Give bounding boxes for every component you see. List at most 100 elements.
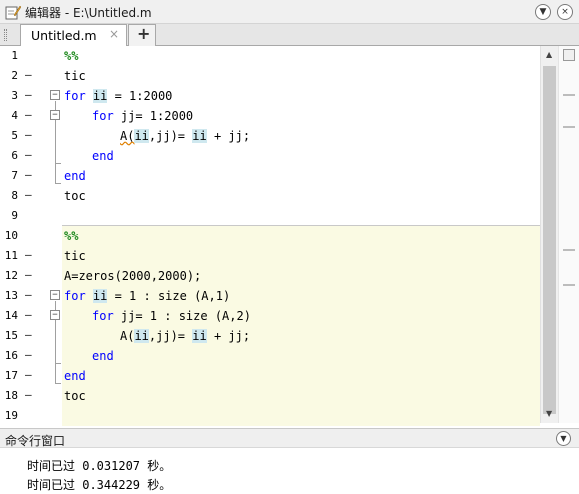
line-number: 4 (11, 109, 18, 122)
breakpoint-marker[interactable]: – (25, 168, 37, 181)
code-text: %% (64, 229, 79, 243)
fold-toggle-icon[interactable]: − (50, 290, 60, 300)
window-title: 编辑器 - E:\Untitled.m (25, 6, 152, 20)
line-number: 7 (11, 169, 18, 182)
breakpoint-marker[interactable]: – (25, 128, 37, 141)
tab-untitled[interactable]: Untitled.m × (20, 24, 127, 46)
code-line[interactable]: 15 – A(ii,jj)= ii + jj; (0, 326, 540, 346)
line-number: 12 (4, 269, 18, 282)
fold-toggle-icon[interactable]: − (50, 110, 60, 120)
code-line[interactable]: 13 – − for ii = 1 : size (A,1) (0, 286, 540, 306)
command-window[interactable]: 时间已过 0.031207 秒。 时间已过 0.344229 秒。 (0, 448, 579, 494)
fold-toggle-icon[interactable]: − (50, 90, 60, 100)
line-number: 18 (4, 389, 18, 402)
code-line[interactable]: 3 – − for ii = 1:2000 (0, 86, 540, 106)
line-number: 11 (4, 249, 18, 262)
code-line[interactable]: 1 %% (0, 46, 540, 66)
editor-title-bar: 编辑器 - E:\Untitled.m ▼ × (0, 0, 579, 24)
code-line[interactable]: 2 – tic (0, 66, 540, 86)
line-number: 6 (11, 149, 18, 162)
tab-close-icon[interactable]: × (109, 27, 119, 41)
code-line[interactable]: 12 – A=zeros(2000,2000); (0, 266, 540, 286)
line-number: 2 (11, 69, 18, 82)
code-line[interactable]: 4 – − for jj= 1:2000 (0, 106, 540, 126)
code-line[interactable]: 19 (0, 406, 540, 426)
breakpoint-marker[interactable]: – (25, 188, 37, 201)
code-text: end (92, 149, 114, 163)
code-text: end (64, 369, 86, 383)
title-menu-button[interactable]: ▼ (535, 4, 551, 20)
breakpoint-marker[interactable]: – (25, 248, 37, 261)
line-number: 9 (11, 209, 18, 222)
code-text: for ii = 1 : size (A,1) (64, 289, 231, 303)
breakpoint-marker[interactable]: – (25, 108, 37, 121)
tab-grip-icon[interactable] (4, 29, 7, 41)
scroll-thumb[interactable] (543, 66, 556, 414)
code-line[interactable]: 17 – end (0, 366, 540, 386)
breakpoint-marker[interactable]: – (25, 328, 37, 341)
breakpoint-marker[interactable]: – (25, 68, 37, 81)
code-text: for jj= 1:2000 (92, 109, 194, 123)
line-number: 8 (11, 189, 18, 202)
analyzer-status-icon[interactable] (563, 49, 575, 61)
scroll-down-icon[interactable]: ▼ (546, 409, 552, 418)
breakpoint-marker[interactable]: – (25, 88, 37, 101)
line-number: 10 (4, 229, 18, 242)
code-analyzer-bar (558, 46, 579, 423)
code-line[interactable]: 16 – end (0, 346, 540, 366)
command-output-line: 时间已过 0.344229 秒。 (27, 478, 172, 492)
analyzer-marker[interactable] (563, 249, 575, 251)
line-number: 15 (4, 329, 18, 342)
breakpoint-marker[interactable]: – (25, 348, 37, 361)
code-text: for jj= 1 : size (A,2) (92, 309, 251, 323)
code-line[interactable]: 10 %% (0, 226, 540, 246)
code-text: A(ii,jj)= ii + jj; (120, 129, 251, 143)
command-window-title-bar: 命令行窗口 ▼ (0, 428, 579, 448)
code-line[interactable]: 5 – A(ii,jj)= ii + jj; (0, 126, 540, 146)
title-close-button[interactable]: × (557, 4, 573, 20)
scroll-up-icon[interactable]: ▲ (546, 50, 552, 59)
code-text: toc (64, 189, 86, 203)
line-number: 5 (11, 129, 18, 142)
plus-icon: + (137, 24, 151, 43)
code-text: toc (64, 389, 86, 403)
code-line[interactable]: 6 – end (0, 146, 540, 166)
breakpoint-marker[interactable]: – (25, 148, 37, 161)
command-output-line: 时间已过 0.031207 秒。 (27, 459, 172, 473)
code-line[interactable]: 18 – toc (0, 386, 540, 406)
code-line[interactable]: 8 – toc (0, 186, 540, 206)
code-editor[interactable]: 1 %% 2 – tic 3 – − for ii = 1:2000 4 – −… (0, 46, 558, 426)
code-text: A=zeros(2000,2000); (64, 269, 202, 283)
breakpoint-marker[interactable]: – (25, 368, 37, 381)
breakpoint-marker[interactable]: – (25, 288, 37, 301)
breakpoint-marker[interactable]: – (25, 308, 37, 321)
code-text: end (92, 349, 114, 363)
line-number: 13 (4, 289, 18, 302)
code-line[interactable]: 7 – end (0, 166, 540, 186)
editor-pencil-icon (5, 5, 21, 20)
code-line[interactable]: 11 – tic (0, 246, 540, 266)
code-line[interactable]: 14 – − for jj= 1 : size (A,2) (0, 306, 540, 326)
line-number: 19 (4, 409, 18, 422)
command-window-title: 命令行窗口 (5, 434, 66, 448)
tab-label: Untitled.m (31, 28, 97, 43)
code-text: end (64, 169, 86, 183)
analyzer-marker[interactable] (563, 126, 575, 128)
new-tab-button[interactable]: + (128, 24, 156, 46)
code-text: tic (64, 249, 86, 263)
analyzer-marker[interactable] (563, 284, 575, 286)
code-text: for ii = 1:2000 (64, 89, 173, 103)
code-line[interactable]: 9 (0, 206, 540, 226)
line-number: 17 (4, 369, 18, 382)
editor-tab-strip: Untitled.m × + (0, 24, 579, 46)
line-number: 14 (4, 309, 18, 322)
editor-vertical-scrollbar[interactable]: ▲ ▼ (540, 46, 558, 423)
fold-toggle-icon[interactable]: − (50, 310, 60, 320)
breakpoint-marker[interactable]: – (25, 268, 37, 281)
line-number: 3 (11, 89, 18, 102)
breakpoint-marker[interactable]: – (25, 388, 37, 401)
command-window-menu-button[interactable]: ▼ (556, 431, 571, 446)
code-text: A(ii,jj)= ii + jj; (120, 329, 251, 343)
analyzer-marker[interactable] (563, 94, 575, 96)
code-text: %% (64, 49, 79, 63)
